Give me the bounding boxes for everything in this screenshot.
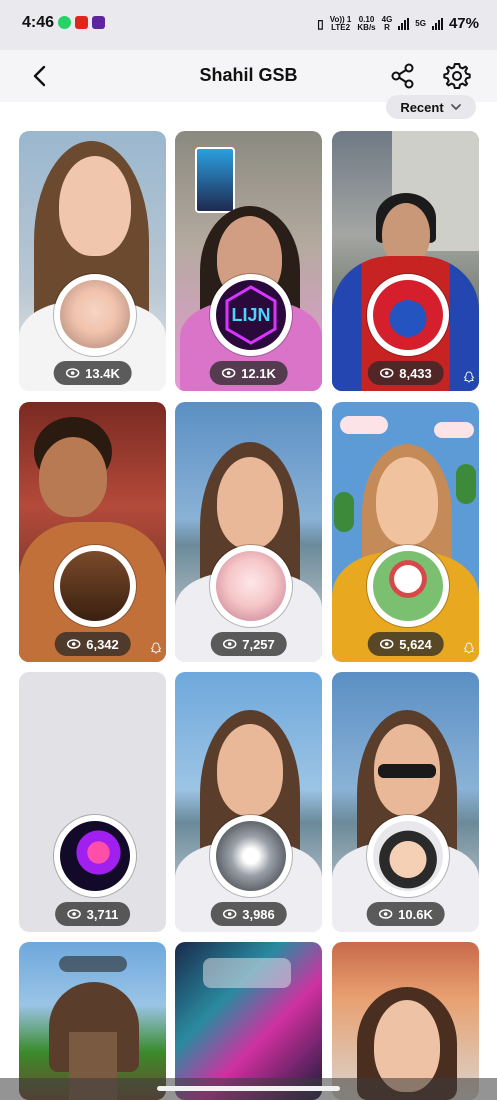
snapchat-ghost-icon: [463, 371, 475, 383]
glow-face-icon: [216, 551, 286, 621]
lens-thumbnail: LIJN: [210, 274, 292, 356]
network-speed: 0.10 KB/s: [357, 14, 376, 32]
eye-icon: [378, 909, 392, 919]
person-face: [39, 437, 107, 517]
lens-card[interactable]: 3,986: [175, 672, 322, 932]
lens-card[interactable]: 5,624: [332, 402, 479, 662]
cartoon-avatar-icon: [373, 821, 443, 891]
lens-thumbnail: [54, 545, 136, 627]
view-count-badge: 8,433: [367, 361, 444, 385]
lens-thumbnail: [54, 274, 136, 356]
neon-flower-icon: [60, 821, 130, 891]
inset-video: [195, 147, 235, 213]
share-icon: [391, 63, 414, 89]
view-count-badge: 5,624: [367, 632, 444, 656]
share-button[interactable]: [389, 62, 417, 90]
status-indicators: ▯ Vo)) 1 LTE2 0.10 KB/s 4G R 5G 47%: [317, 15, 479, 32]
chevron-down-icon: [450, 104, 461, 111]
eye-icon: [66, 909, 81, 919]
view-count-badge: 6,342: [54, 632, 131, 656]
lens-card[interactable]: [332, 942, 479, 1100]
signal-icon: [398, 17, 410, 30]
tree-shape: [334, 492, 354, 532]
lens-card[interactable]: [19, 942, 166, 1100]
eye-icon: [66, 639, 80, 649]
status-time: 4:46: [22, 14, 55, 31]
sim1-type: 4G R: [381, 14, 393, 32]
person-face: [217, 457, 283, 549]
sort-dropdown[interactable]: Recent: [386, 95, 476, 119]
lens-card[interactable]: 3,711: [19, 672, 166, 932]
wooden-puppet-icon: [60, 551, 130, 621]
eye-icon: [222, 909, 236, 919]
gear-icon: [443, 63, 471, 89]
view-count: 13.4K: [85, 365, 120, 381]
lens-thumbnail: [367, 545, 449, 627]
home-indicator[interactable]: [157, 1086, 340, 1091]
person-face: [217, 724, 283, 816]
lens-label: LIJN: [231, 304, 271, 325]
lens-thumbnail: [367, 815, 449, 897]
sunglasses: [378, 764, 436, 778]
battery-level: 47%: [448, 15, 479, 32]
cloud-shape: [434, 422, 474, 438]
view-count: 3,711: [86, 906, 119, 922]
vibrate-icon: ▯: [317, 16, 324, 31]
eye-icon: [221, 368, 235, 378]
vi-icon: [75, 16, 88, 29]
page-title: Shahil GSB: [199, 65, 298, 85]
phonepe-icon: [92, 16, 105, 29]
lens-card[interactable]: 13.4K: [19, 131, 166, 391]
eye-icon: [222, 639, 236, 649]
lens-card[interactable]: 10.6K: [332, 672, 479, 932]
view-count-badge: 10.6K: [366, 902, 445, 926]
snapchat-ghost-icon: [150, 642, 162, 654]
sort-label: Recent: [400, 99, 444, 115]
view-count: 7,257: [242, 636, 275, 652]
signal-icon: [431, 17, 443, 30]
light-burst-icon: [216, 821, 286, 891]
cloud-shape: [340, 416, 388, 434]
person-face: [376, 457, 438, 545]
view-count: 5,624: [399, 636, 432, 652]
view-count: 10.6K: [398, 906, 433, 922]
lens-thumbnail: [210, 815, 292, 897]
view-count: 6,342: [86, 636, 119, 652]
eye-icon: [379, 368, 393, 378]
person-face: [59, 156, 131, 256]
lens-card[interactable]: 7,257: [175, 402, 322, 662]
caption-bar: [203, 958, 291, 988]
caption-bar: [59, 956, 127, 972]
tree-shape: [456, 464, 476, 504]
view-count: 12.1K: [241, 365, 276, 381]
makeup-face-icon: [60, 280, 130, 350]
lens-thumbnail: [210, 545, 292, 627]
eye-icon: [65, 368, 79, 378]
view-count-badge: 12.1K: [209, 361, 288, 385]
view-count: 3,986: [242, 906, 275, 922]
view-count-badge: 7,257: [210, 632, 287, 656]
status-app-icons: [58, 16, 105, 29]
lens-card[interactable]: 8,433: [332, 131, 479, 391]
lens-card[interactable]: 6,342: [19, 402, 166, 662]
lens-card[interactable]: LIJN 12.1K: [175, 131, 322, 391]
view-count-badge: 3,986: [210, 902, 287, 926]
snapchat-ghost-icon: [463, 642, 475, 654]
eye-icon: [379, 639, 393, 649]
view-count: 8,433: [399, 365, 432, 381]
status-bar: 4:46 ▯ Vo)) 1 LTE2 0.10 KB/s 4G R 5G 47%: [0, 0, 497, 50]
lijn-neon-icon: LIJN: [216, 280, 286, 350]
lens-card[interactable]: [175, 942, 322, 1100]
view-count-badge: 13.4K: [53, 361, 132, 385]
view-count-badge: 3,711: [54, 902, 131, 926]
castle-village-icon: [373, 551, 443, 621]
spiderman-mask-icon: [373, 280, 443, 350]
network-type: Vo)) 1 LTE2: [329, 14, 352, 32]
lens-thumbnail: [54, 815, 136, 897]
settings-button[interactable]: [443, 62, 471, 90]
lens-thumbnail: [367, 274, 449, 356]
sim2-type: 5G: [415, 18, 426, 28]
snapchat-ghost-icon: [306, 642, 318, 654]
whatsapp-icon: [58, 16, 71, 29]
